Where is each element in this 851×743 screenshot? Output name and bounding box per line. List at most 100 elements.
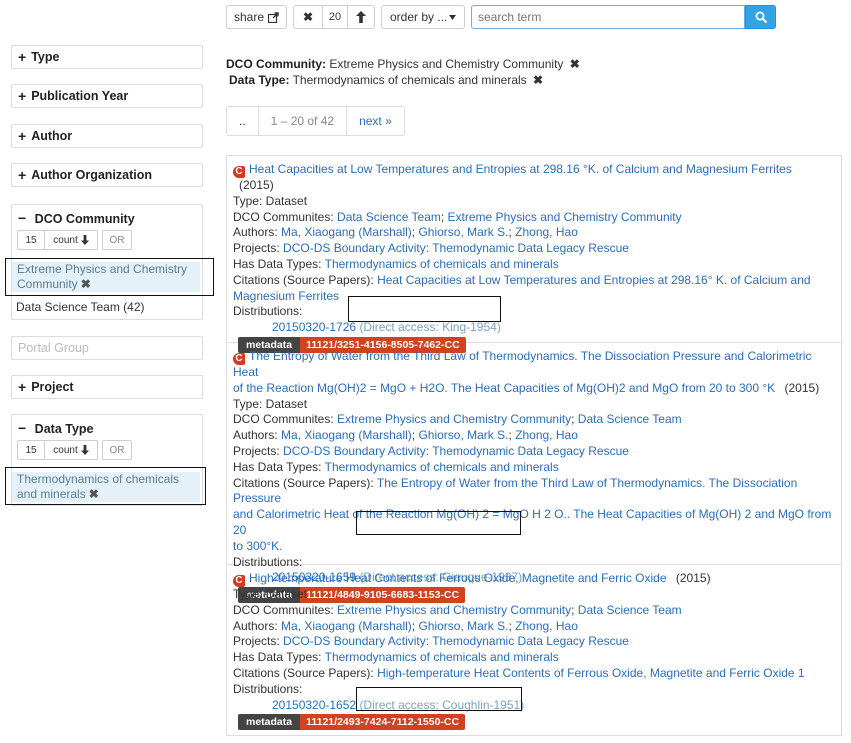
- page-size-group: ✖ 20: [293, 5, 375, 29]
- author-link[interactable]: Ma, Xiaogang (Marshall): [281, 428, 412, 442]
- citation-link[interactable]: and Calorimetric Heat of the Reaction Mg…: [233, 507, 831, 537]
- pager-range: 1 – 20 of 42: [257, 106, 348, 136]
- result-communities: DCO Communites: Data Science Team; Extre…: [233, 209, 682, 224]
- distribution-link[interactable]: 20150320-1652: [272, 698, 356, 712]
- doi-badge[interactable]: 11121/2493-7424-7112-1550-CC: [300, 714, 466, 731]
- share-icon: [268, 11, 279, 23]
- citation-icon: C: [233, 575, 245, 587]
- result-distribution: 20150320-1652 (Direct access: Coughlin-1…: [233, 698, 835, 714]
- author-link[interactable]: Ma, Xiaogang (Marshall): [281, 619, 412, 633]
- result-title-line: C High-temperature Heat Contents of Ferro…: [233, 571, 835, 587]
- share-button[interactable]: share: [226, 5, 287, 29]
- facet-limit-button[interactable]: 15: [17, 230, 45, 250]
- search-icon: [755, 11, 767, 23]
- results-list: C Heat Capacities at Low Temperatures and…: [226, 155, 842, 736]
- project-link[interactable]: DCO-DS Boundary Activity: Themodynamic D…: [283, 241, 629, 255]
- project-link[interactable]: DCO-DS Boundary Activity: Themodynamic D…: [283, 634, 629, 648]
- result-projects: Projects: DCO-DS Boundary Activity: Them…: [233, 634, 629, 649]
- author-link[interactable]: Ma, Xiaogang (Marshall): [281, 225, 412, 239]
- result-type: Type: Dataset: [233, 587, 308, 601]
- result-title-link[interactable]: High-temperature Heat Contents of Ferrou…: [249, 571, 667, 585]
- citation-icon: C: [233, 353, 245, 365]
- highlight-box: [356, 687, 522, 711]
- page-size-button[interactable]: 20: [322, 5, 348, 29]
- arrow-down-icon: [80, 445, 89, 455]
- order-by-dropdown[interactable]: order by ...: [381, 5, 465, 29]
- facet-project[interactable]: + Project: [11, 375, 203, 399]
- facet-author[interactable]: + Author: [11, 124, 203, 148]
- result-title-link[interactable]: of the Reaction Mg(OH)2 = MgO + H2O. The…: [233, 381, 775, 395]
- result-datatypes: Has Data Types: Thermodynamics of chemic…: [233, 459, 559, 474]
- result-authors: Authors: Ma, Xiaogang (Marshall); Ghiors…: [233, 618, 578, 633]
- result-type: Type: Dataset: [233, 396, 308, 411]
- facet-sort-count-button[interactable]: count: [44, 440, 98, 460]
- author-link[interactable]: Zhong, Hao: [515, 428, 578, 442]
- author-link[interactable]: Ghiorso, Mark S.: [418, 619, 508, 633]
- result-item: C The Entropy of Water from the Third Law…: [227, 343, 841, 604]
- arrow-down-icon: [80, 235, 89, 245]
- facet-author-organization[interactable]: + Author Organization: [11, 163, 203, 187]
- datatype-link[interactable]: Thermodynamics of chemicals and minerals: [325, 460, 559, 474]
- remove-filter-icon[interactable]: ✖: [533, 73, 543, 87]
- result-title-link[interactable]: Heat Capacities at Low Temperatures and …: [249, 162, 792, 176]
- result-projects: Projects: DCO-DS Boundary Activity: Them…: [233, 241, 629, 256]
- facet-limit-button[interactable]: 15: [17, 440, 45, 460]
- community-link[interactable]: Data Science Team: [337, 210, 441, 224]
- facet-or-button[interactable]: OR: [102, 230, 132, 250]
- plus-icon: +: [18, 49, 27, 65]
- result-title-link[interactable]: The Entropy of Water from the Third Law …: [233, 349, 811, 379]
- remove-filter-icon[interactable]: ✖: [570, 57, 580, 71]
- citation-icon: C: [233, 166, 245, 178]
- community-link[interactable]: Data Science Team: [578, 603, 682, 617]
- plus-icon: +: [18, 167, 27, 183]
- author-link[interactable]: Zhong, Hao: [515, 619, 578, 633]
- highlight-box: [348, 296, 501, 322]
- facet-controls: 15 count OR: [12, 228, 202, 255]
- author-link[interactable]: Ghiorso, Mark S.: [418, 428, 508, 442]
- distribution-link[interactable]: 20150320-1726: [272, 320, 356, 334]
- toolbar: share ✖ 20 order by ...: [226, 4, 776, 30]
- community-link[interactable]: Extreme Physics and Chemistry Community: [448, 210, 682, 224]
- facet-data-type-header[interactable]: − Data Type: [12, 415, 202, 438]
- active-filter-datatype: Data Type: Thermodynamics of chemicals a…: [229, 73, 544, 87]
- arrow-up-icon: [356, 11, 366, 23]
- pager-next[interactable]: next »: [346, 106, 405, 136]
- community-link[interactable]: Extreme Physics and Chemistry Community: [337, 603, 571, 617]
- facet-or-button[interactable]: OR: [102, 440, 132, 460]
- facet-option[interactable]: Data Science Team (42): [16, 300, 145, 314]
- metadata-badge[interactable]: metadata: [238, 714, 301, 731]
- highlight-box: [356, 511, 521, 535]
- search-input[interactable]: [471, 5, 745, 29]
- minus-icon: −: [18, 210, 27, 226]
- result-datatypes: Has Data Types: Thermodynamics of chemic…: [233, 256, 559, 271]
- datatype-link[interactable]: Thermodynamics of chemicals and minerals: [325, 650, 559, 664]
- author-link[interactable]: Zhong, Hao: [515, 225, 578, 239]
- sort-direction-button[interactable]: [347, 5, 375, 29]
- result-projects: Projects: DCO-DS Boundary Activity: Them…: [233, 443, 629, 458]
- author-link[interactable]: Ghiorso, Mark S.: [418, 225, 508, 239]
- result-item: C Heat Capacities at Low Temperatures and…: [227, 156, 841, 353]
- result-item: C High-temperature Heat Contents of Ferro…: [227, 565, 841, 735]
- facet-publication-year[interactable]: + Publication Year: [11, 84, 203, 108]
- project-link[interactable]: DCO-DS Boundary Activity: Themodynamic D…: [283, 444, 629, 458]
- pager-prev[interactable]: ..: [226, 106, 259, 136]
- result-distribution: 20150320-1726 (Direct access: King-1954): [233, 320, 835, 336]
- facet-sort-count-button[interactable]: count: [44, 230, 98, 250]
- direct-access-link[interactable]: (Direct access: King-1954): [359, 320, 500, 334]
- community-link[interactable]: Data Science Team: [578, 412, 682, 426]
- caret-down-icon: [449, 14, 456, 20]
- citation-link[interactable]: to 300°K.: [233, 539, 283, 553]
- community-link[interactable]: Extreme Physics and Chemistry Community: [337, 412, 571, 426]
- result-datatypes: Has Data Types: Thermodynamics of chemic…: [233, 650, 559, 665]
- clear-button[interactable]: ✖: [293, 5, 323, 29]
- datatype-link[interactable]: Thermodynamics of chemicals and minerals: [325, 257, 559, 271]
- search-button[interactable]: [745, 5, 776, 29]
- facet-dco-community-header[interactable]: − DCO Community: [12, 205, 202, 228]
- plus-icon: +: [18, 128, 27, 144]
- citation-link[interactable]: Magnesium Ferrites: [233, 289, 339, 303]
- citation-link[interactable]: High-temperature Heat Contents of Ferrou…: [377, 666, 805, 680]
- plus-icon: +: [18, 379, 27, 395]
- facet-type[interactable]: + Type: [11, 45, 203, 69]
- citation-link[interactable]: Heat Capacities at Low Temperatures and …: [377, 273, 811, 287]
- result-authors: Authors: Ma, Xiaogang (Marshall); Ghiors…: [233, 225, 578, 240]
